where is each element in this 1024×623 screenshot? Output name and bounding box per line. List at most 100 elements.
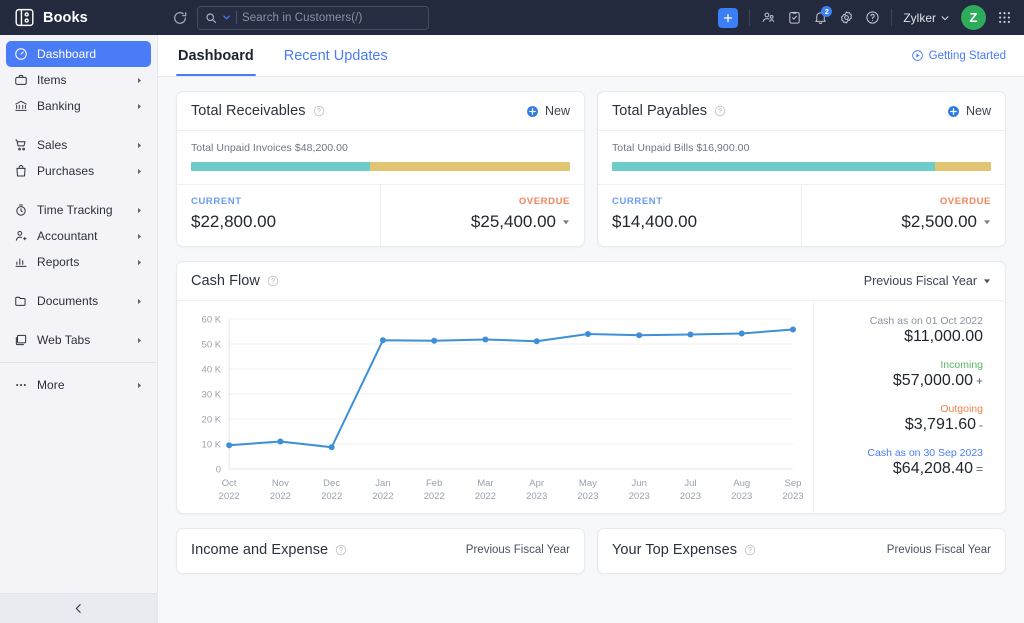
gauge-icon [14,47,28,61]
window-icon [14,333,28,347]
help-circle-icon[interactable] [714,105,726,117]
refresh-icon[interactable] [172,10,188,26]
receivables-progress-bar [191,162,570,171]
chevron-right-icon [136,141,143,150]
cash-flow-card: Cash Flow Previous Fiscal Year 0 10 K 20… [176,261,1006,514]
books-logo-icon [14,7,35,28]
income-and-expense-card: Income and Expense Previous Fiscal Year [176,528,585,574]
svg-text:Sep: Sep [784,478,801,489]
new-bill-button[interactable]: New [947,104,991,118]
help-circle-icon[interactable] [313,105,325,117]
incoming-label: Incoming [940,359,983,371]
brand-logo-area[interactable]: Books [0,7,158,28]
svg-text:May: May [579,478,597,489]
chevron-right-icon [136,258,143,267]
svg-text:2022: 2022 [372,491,393,502]
settings-gear-icon[interactable] [839,10,854,25]
sidebar-item-banking[interactable]: Banking [6,93,151,119]
unpaid-bills-label: Total Unpaid Bills $16,900.00 [612,142,750,154]
chevron-right-icon [136,232,143,241]
card-header: Income and Expense Previous Fiscal Year [177,529,584,573]
svg-text:2023: 2023 [577,491,598,502]
opening-cash-value: $11,000.00 [904,328,983,345]
add-new-button[interactable] [718,7,739,28]
apps-grid-icon[interactable] [997,10,1012,25]
sidebar-item-reports[interactable]: Reports [6,249,151,275]
svg-text:50 K: 50 K [202,340,222,351]
help-circle-icon[interactable] [267,275,279,287]
search-placeholder: Search in Customers(/) [242,11,363,24]
chevron-down-icon[interactable] [222,13,231,22]
total-receivables-card: Total Receivables New Total Unpaid Invoi… [176,91,585,247]
sidebar-item-purchases[interactable]: Purchases [6,158,151,184]
help-circle-icon[interactable] [744,544,756,556]
closing-cash-label[interactable]: Cash as on 30 Sep 2023 [828,447,983,459]
sidebar-item-documents[interactable]: Documents [6,288,151,314]
svg-text:2022: 2022 [270,491,291,502]
closing-cash-value: $64,208.40 [892,460,973,477]
card-header: Total Receivables New [177,92,584,131]
new-label: New [544,104,570,118]
getting-started-label: Getting Started [928,49,1006,62]
organization-name: Zylker [903,10,936,25]
sidebar-item-sales[interactable]: Sales [6,132,151,158]
topbar-actions: 2 Zylker Z [718,5,1024,30]
cash-flow-body: 0 10 K 20 K 30 K 40 K 50 K 60 K Oct 2022 Nov 2022 D… [177,301,1005,513]
contacts-icon[interactable] [761,10,776,25]
help-circle-icon[interactable] [865,10,880,25]
svg-text:Apr: Apr [529,478,544,489]
card-title: Total Payables [612,103,708,119]
card-header: Your Top Expenses Previous Fiscal Year [598,529,1005,573]
period-label: Previous Fiscal Year [863,274,977,288]
svg-text:60 K: 60 K [202,315,222,326]
chevron-left-icon [72,602,85,615]
top-expenses-period[interactable]: Previous Fiscal Year [887,544,991,556]
sidebar-item-accountant[interactable]: Accountant [6,223,151,249]
current-label: CURRENT [612,196,663,207]
sidebar-item-dashboard[interactable]: Dashboard [6,41,151,67]
income-expense-period[interactable]: Previous Fiscal Year [466,544,570,556]
current-label: CURRENT [191,196,242,207]
chevron-down-icon[interactable] [562,218,570,226]
organization-selector[interactable]: Zylker [903,11,950,25]
sidebar-separator [0,362,157,363]
clipboard-icon[interactable] [787,10,802,25]
sidebar-item-time-tracking[interactable]: Time Tracking [6,197,151,223]
overdue-value: $25,400.00 [470,212,556,231]
svg-text:Dec: Dec [323,478,340,489]
notifications-button[interactable]: 2 [813,6,833,25]
svg-text:2022: 2022 [475,491,496,502]
divider [749,9,751,26]
sidebar-item-more[interactable]: More [6,372,151,398]
sidebar-item-items[interactable]: Items [6,67,151,93]
cash-flow-period-selector[interactable]: Previous Fiscal Year [864,274,991,288]
avatar[interactable]: Z [961,5,986,30]
sidebar-collapse-button[interactable] [0,593,157,623]
tab-dashboard[interactable]: Dashboard [176,35,256,76]
tab-recent-updates[interactable]: Recent Updates [282,35,390,76]
chevron-down-icon[interactable] [983,218,991,226]
help-circle-icon[interactable] [335,544,347,556]
unpaid-bills-section: Total Unpaid Bills $16,900.00 [598,131,1005,185]
search-icon [205,12,217,24]
stopwatch-icon [14,203,28,217]
getting-started-link[interactable]: Getting Started [911,49,1006,62]
closing-row: $64,208.40 = [828,460,983,478]
briefcase-icon [14,73,28,87]
search-input[interactable]: Search in Customers(/) [197,5,429,30]
sidebar-items: Dashboard Items Banking Sales Purchases … [0,35,157,593]
svg-text:Jan: Jan [375,478,390,489]
sidebar-item-label: More [37,378,65,392]
payables-overdue: OVERDUE $2,500.00 [801,185,1005,246]
svg-text:0: 0 [216,465,221,476]
main-content: Dashboard Recent Updates Getting Started [158,35,1024,623]
new-invoice-button[interactable]: New [526,104,570,118]
cash-flow-chart: 0 10 K 20 K 30 K 40 K 50 K 60 K Oct 2022 Nov 2022 D… [177,301,813,513]
search-area: Search in Customers(/) [158,5,429,30]
overdue-bar-segment [370,162,570,171]
your-top-expenses-card: Your Top Expenses Previous Fiscal Year [597,528,1006,574]
outgoing-value: $3,791.60 [904,416,976,433]
sidebar-item-web-tabs[interactable]: Web Tabs [6,327,151,353]
svg-text:30 K: 30 K [202,390,222,401]
